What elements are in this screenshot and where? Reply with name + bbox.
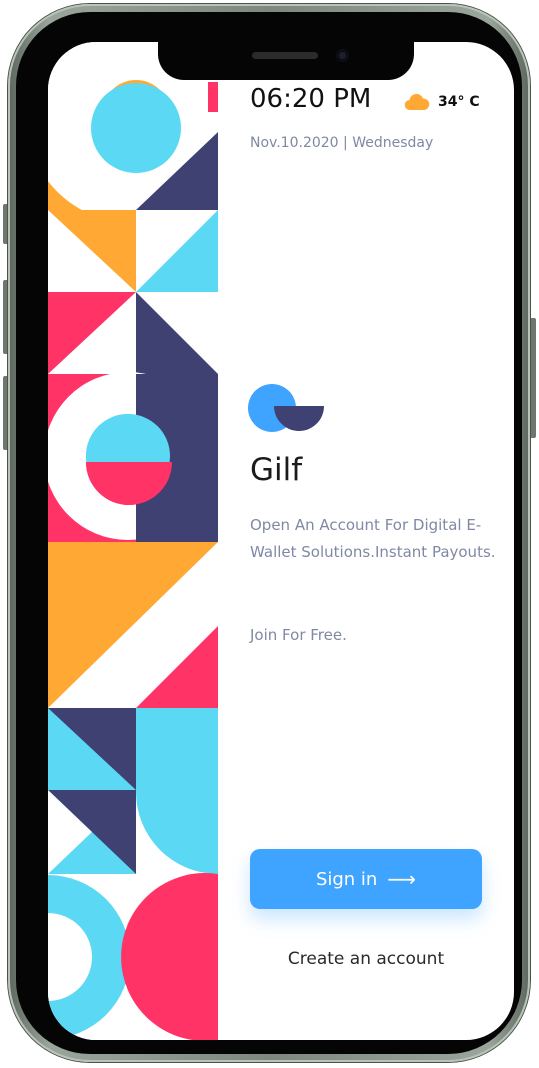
temperature-text: 34° C bbox=[438, 94, 480, 110]
create-account-link[interactable]: Create an account bbox=[250, 949, 482, 969]
power-button bbox=[530, 318, 536, 438]
device-mockup: 06:20 PM 34° C Nov.10.2020 | Wednesday G… bbox=[0, 0, 539, 1068]
phone-frame: 06:20 PM 34° C Nov.10.2020 | Wednesday G… bbox=[8, 4, 530, 1062]
app-logo bbox=[248, 384, 324, 432]
art-pink-sliver bbox=[208, 82, 218, 112]
phone-bezel: 06:20 PM 34° C Nov.10.2020 | Wednesday G… bbox=[16, 12, 522, 1054]
art-cyan-quarter bbox=[136, 708, 218, 874]
geometric-art-panel bbox=[48, 42, 218, 1040]
date-text: Nov.10.2020 | Wednesday bbox=[250, 135, 434, 151]
front-camera bbox=[336, 49, 349, 62]
notch bbox=[158, 42, 414, 80]
app-name: Gilf bbox=[250, 452, 303, 488]
sign-in-button[interactable]: Sign in ⟶ bbox=[250, 849, 482, 909]
app-description: Open An Account For Digital E-Wallet Sol… bbox=[250, 516, 496, 561]
arrow-right-icon: ⟶ bbox=[387, 867, 417, 891]
join-tagline: Join For Free. bbox=[250, 626, 347, 644]
art-cyan-circle bbox=[91, 83, 181, 173]
clock-time: 06:20 PM bbox=[250, 84, 372, 114]
cloud-icon bbox=[404, 93, 430, 111]
phone-screen: 06:20 PM 34° C Nov.10.2020 | Wednesday G… bbox=[48, 42, 514, 1040]
earpiece-speaker bbox=[252, 52, 318, 59]
weather-widget: 34° C bbox=[404, 90, 480, 114]
sign-in-label: Sign in bbox=[315, 868, 378, 890]
